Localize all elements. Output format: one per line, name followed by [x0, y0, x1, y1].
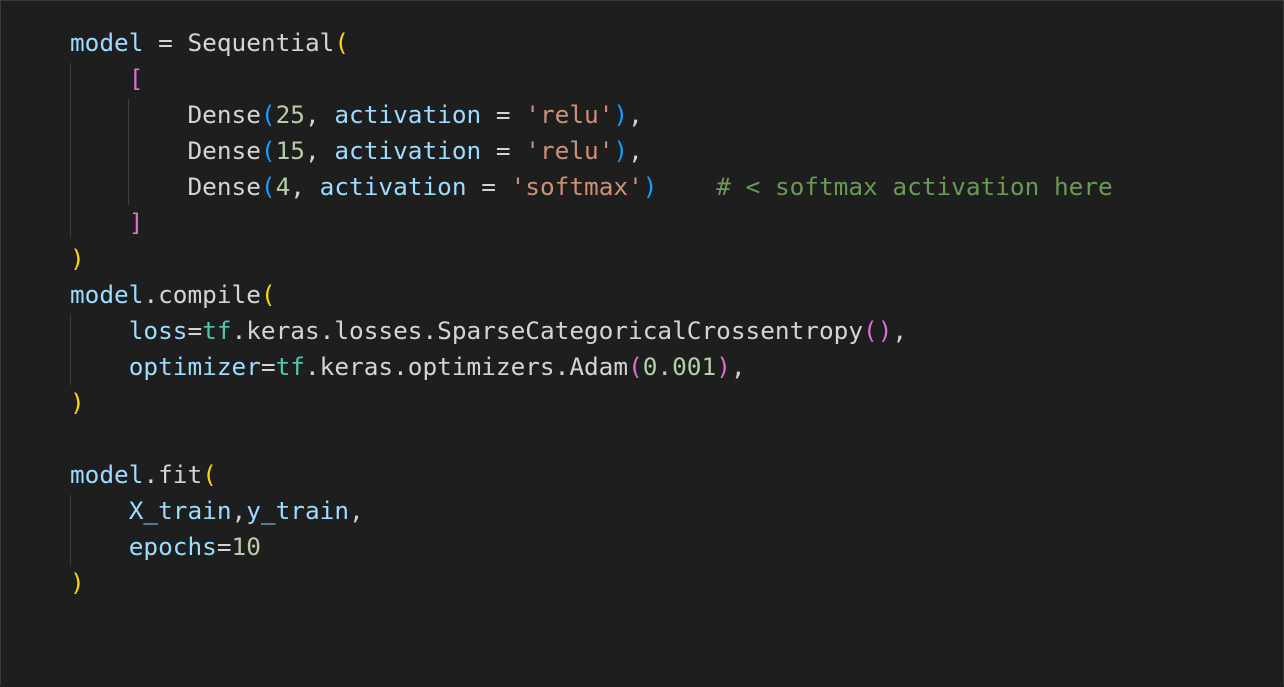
code-area[interactable]: model = Sequential( [ Dense(25, activati… — [70, 25, 1113, 601]
identifier-token: model — [70, 28, 144, 57]
operator-token: , — [730, 352, 746, 381]
code-line[interactable]: optimizer=tf.keras.optimizers.Adam(0.001… — [70, 349, 1113, 385]
operator-token — [657, 172, 716, 201]
code-line[interactable]: ) — [70, 385, 1113, 421]
code-line[interactable]: ) — [70, 565, 1113, 601]
operator-token: , — [304, 136, 335, 165]
operator-token: , — [304, 100, 335, 129]
function-token: SparseCategoricalCrossentropy — [437, 316, 864, 345]
function-token: Dense — [187, 172, 261, 201]
operator-token — [70, 100, 187, 129]
bracket-token: ) — [613, 136, 629, 165]
operator-token: = — [187, 316, 203, 345]
operator-token — [70, 496, 129, 525]
code-line[interactable]: Dense(25, activation = 'relu'), — [70, 97, 1113, 133]
code-line[interactable]: model.fit( — [70, 457, 1113, 493]
operator-token: = — [481, 136, 526, 165]
string-token: 'softmax' — [510, 172, 643, 201]
operator-token: = — [466, 172, 511, 201]
operator-token — [70, 136, 187, 165]
operator-token — [70, 316, 129, 345]
identifier-token: activation — [334, 136, 482, 165]
string-token: 'relu' — [525, 100, 614, 129]
identifier-token: optimizer — [128, 352, 261, 381]
operator-token: , — [892, 316, 908, 345]
operator-token: . — [143, 460, 159, 489]
bracket-token: ) — [716, 352, 731, 381]
operator-token: = — [216, 532, 232, 561]
identifier-token: activation — [334, 100, 482, 129]
function-token: Dense — [187, 136, 261, 165]
code-line[interactable]: model.compile( — [70, 277, 1113, 313]
module-token: tf — [202, 316, 232, 345]
identifier-token: activation — [319, 172, 467, 201]
identifier-token: X_train — [128, 496, 232, 525]
number-token: 10 — [231, 532, 261, 561]
function-token: fit — [158, 460, 203, 489]
identifier-token: loss — [128, 316, 188, 345]
operator-token: . — [143, 280, 159, 309]
code-line[interactable]: [ — [70, 61, 1113, 97]
number-token: 0.001 — [642, 352, 717, 381]
bracket-token: ( — [202, 460, 217, 489]
operator-token — [70, 172, 187, 201]
identifier-token: y_train — [246, 496, 350, 525]
bracket-token: ( — [260, 172, 276, 201]
bracket-token: [ — [128, 64, 144, 93]
bracket-token: ) — [642, 172, 658, 201]
number-token: 25 — [275, 100, 305, 129]
operator-token: , — [628, 136, 643, 165]
operator-token: = — [260, 352, 276, 381]
bracket-token: ) — [70, 388, 85, 417]
string-token: 'relu' — [525, 136, 614, 165]
bracket-token: ( — [628, 352, 643, 381]
number-token: 15 — [275, 136, 305, 165]
identifier-token: epochs — [128, 532, 217, 561]
code-line[interactable]: loss=tf.keras.losses.SparseCategoricalCr… — [70, 313, 1113, 349]
number-token: 4 — [275, 172, 291, 201]
code-line[interactable]: ) — [70, 241, 1113, 277]
code-line[interactable]: ] — [70, 205, 1113, 241]
identifier-token: model — [70, 460, 144, 489]
operator-token: , — [628, 100, 643, 129]
operator-token: , — [290, 172, 320, 201]
bracket-token: () — [863, 316, 893, 345]
operator-token: , — [349, 496, 364, 525]
bracket-token: ( — [334, 28, 350, 57]
function-token: Adam — [569, 352, 629, 381]
code-line[interactable]: X_train,y_train, — [70, 493, 1113, 529]
bracket-token: ) — [70, 244, 85, 273]
code-line[interactable]: model = Sequential( — [70, 25, 1113, 61]
code-line[interactable]: Dense(4, activation = 'softmax') # < sof… — [70, 169, 1113, 205]
operator-token: .keras.losses. — [231, 316, 438, 345]
module-token: tf — [275, 352, 305, 381]
bracket-token: ( — [260, 280, 276, 309]
operator-token: , — [231, 496, 247, 525]
function-token: compile — [158, 280, 261, 309]
code-line[interactable]: epochs=10 — [70, 529, 1113, 565]
operator-token — [70, 424, 85, 453]
operator-token — [70, 208, 129, 237]
operator-token — [70, 64, 129, 93]
bracket-token: ( — [260, 100, 276, 129]
identifier-token: model — [70, 280, 144, 309]
bracket-token: ( — [260, 136, 276, 165]
code-line[interactable] — [70, 421, 1113, 457]
bracket-token: ) — [613, 100, 629, 129]
code-editor[interactable]: model = Sequential( [ Dense(25, activati… — [0, 0, 1284, 686]
operator-token: .keras.optimizers. — [304, 352, 570, 381]
bracket-token: ) — [70, 568, 85, 597]
code-line[interactable]: Dense(15, activation = 'relu'), — [70, 133, 1113, 169]
function-token: Sequential — [187, 28, 335, 57]
operator-token: = — [143, 28, 188, 57]
operator-token — [70, 352, 129, 381]
comment-token: # < softmax activation here — [716, 172, 1113, 201]
operator-token: = — [481, 100, 526, 129]
bracket-token: ] — [128, 208, 144, 237]
operator-token — [70, 532, 129, 561]
function-token: Dense — [187, 100, 261, 129]
